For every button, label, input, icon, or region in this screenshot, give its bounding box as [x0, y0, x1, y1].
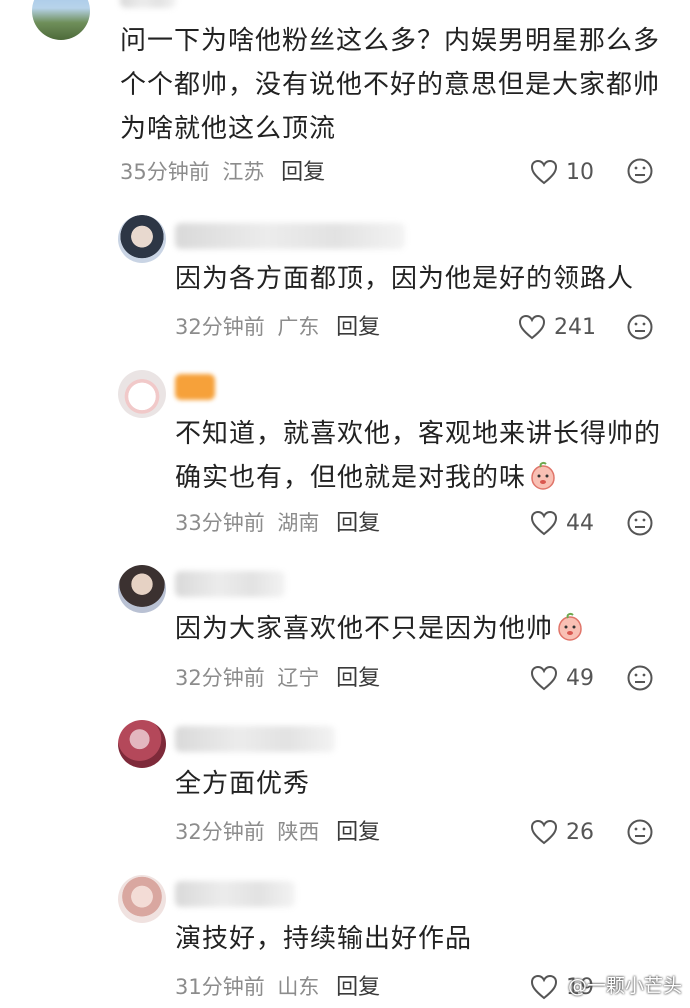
username-blurred[interactable]: [175, 223, 405, 249]
reply-location: 湖南: [277, 511, 320, 535]
reply-location: 辽宁: [277, 666, 320, 690]
reply-meta: 33分钟前 湖南 回复: [175, 508, 380, 538]
reply-text: 因为大家喜欢他不只是因为他帅: [175, 607, 675, 656]
reply-meta: 31分钟前 山东 回复: [175, 972, 380, 1002]
reply-button[interactable]: 回复: [336, 511, 380, 536]
like-count: 44: [566, 510, 594, 536]
heart-outline-icon: [530, 974, 558, 1000]
reply-text: 不知道，就喜欢他，客观地来讲长得帅的确实也有，但他就是对我的味: [175, 412, 675, 505]
frown-face-icon[interactable]: [627, 665, 653, 691]
reply-time: 32分钟前: [175, 820, 265, 844]
heart-outline-icon: [530, 510, 558, 536]
reply-item: 因为各方面都顶，因为他是好的领路人 32分钟前 广东 回复 241: [0, 205, 690, 355]
username-blurred[interactable]: [175, 571, 285, 597]
avatar[interactable]: [32, 0, 90, 40]
reply-text-content: 因为大家喜欢他不只是因为他帅: [175, 614, 554, 644]
comment-top: 问一下为啥他粉丝这么多？内娱男明星那么多个个都帅，没有说他不好的意思但是大家都帅…: [0, 0, 690, 200]
heart-outline-icon: [530, 819, 558, 845]
heart-outline-icon: [530, 665, 558, 691]
avatar[interactable]: [118, 875, 166, 923]
like-button[interactable]: 49: [530, 663, 594, 693]
like-button[interactable]: 44: [530, 508, 594, 538]
reply-button[interactable]: 回复: [336, 666, 380, 691]
peach-emoji-icon: [528, 461, 558, 505]
frown-face-icon[interactable]: [627, 819, 653, 845]
reply-button[interactable]: 回复: [281, 160, 325, 185]
reply-text: 演技好，持续输出好作品: [175, 924, 473, 954]
like-count: 26: [566, 819, 594, 845]
comment-meta: 35分钟前 江苏 回复: [120, 157, 325, 187]
heart-outline-icon: [518, 314, 546, 340]
like-count: 49: [566, 665, 594, 691]
comment-location: 江苏: [222, 160, 265, 184]
avatar[interactable]: [118, 565, 166, 613]
like-button[interactable]: 241: [518, 312, 596, 342]
frown-face-icon[interactable]: [627, 314, 653, 340]
reply-time: 33分钟前: [175, 511, 265, 535]
frown-face-icon[interactable]: [627, 510, 653, 536]
comment-time: 35分钟前: [120, 160, 210, 184]
reply-button[interactable]: 回复: [336, 820, 380, 845]
avatar[interactable]: [118, 215, 166, 263]
reply-button[interactable]: 回复: [336, 315, 380, 340]
username-blurred[interactable]: [120, 0, 176, 8]
reply-button[interactable]: 回复: [336, 975, 380, 1000]
reply-time: 32分钟前: [175, 315, 265, 339]
reply-location: 陕西: [277, 820, 320, 844]
reply-text: 全方面优秀: [175, 769, 311, 799]
like-count: 10: [566, 159, 594, 185]
reply-item: 全方面优秀 32分钟前 陕西 回复 26: [0, 710, 690, 860]
reply-text-content: 不知道，就喜欢他，客观地来讲长得帅的确实也有，但他就是对我的味: [175, 419, 662, 493]
frown-face-icon[interactable]: [627, 158, 653, 184]
reply-location: 广东: [277, 315, 320, 339]
reply-text: 因为各方面都顶，因为他是好的领路人: [175, 264, 635, 294]
peach-emoji-icon: [555, 612, 585, 656]
like-button[interactable]: 26: [530, 817, 594, 847]
reply-meta: 32分钟前 陕西 回复: [175, 817, 380, 847]
like-count: 241: [554, 314, 596, 340]
reply-location: 山东: [277, 975, 320, 999]
reply-meta: 32分钟前 辽宁 回复: [175, 663, 380, 693]
username-blurred[interactable]: [175, 881, 295, 907]
watermark: @一颗小芒头: [567, 975, 682, 997]
reply-meta: 32分钟前 广东 回复: [175, 312, 380, 342]
avatar[interactable]: [118, 720, 166, 768]
avatar[interactable]: [118, 370, 166, 418]
reply-time: 32分钟前: [175, 666, 265, 690]
username-blurred[interactable]: [175, 726, 335, 752]
like-button[interactable]: 10: [530, 157, 594, 187]
reply-time: 31分钟前: [175, 975, 265, 999]
reply-item: 因为大家喜欢他不只是因为他帅 32分钟前 辽宁 回复 49: [0, 555, 690, 705]
comment-text: 问一下为啥他粉丝这么多？内娱男明星那么多个个都帅，没有说他不好的意思但是大家都帅…: [120, 26, 661, 144]
heart-outline-icon: [530, 159, 558, 185]
username-blurred[interactable]: [175, 374, 215, 400]
reply-item: 不知道，就喜欢他，客观地来讲长得帅的确实也有，但他就是对我的味 33分钟前 湖南…: [0, 360, 690, 550]
